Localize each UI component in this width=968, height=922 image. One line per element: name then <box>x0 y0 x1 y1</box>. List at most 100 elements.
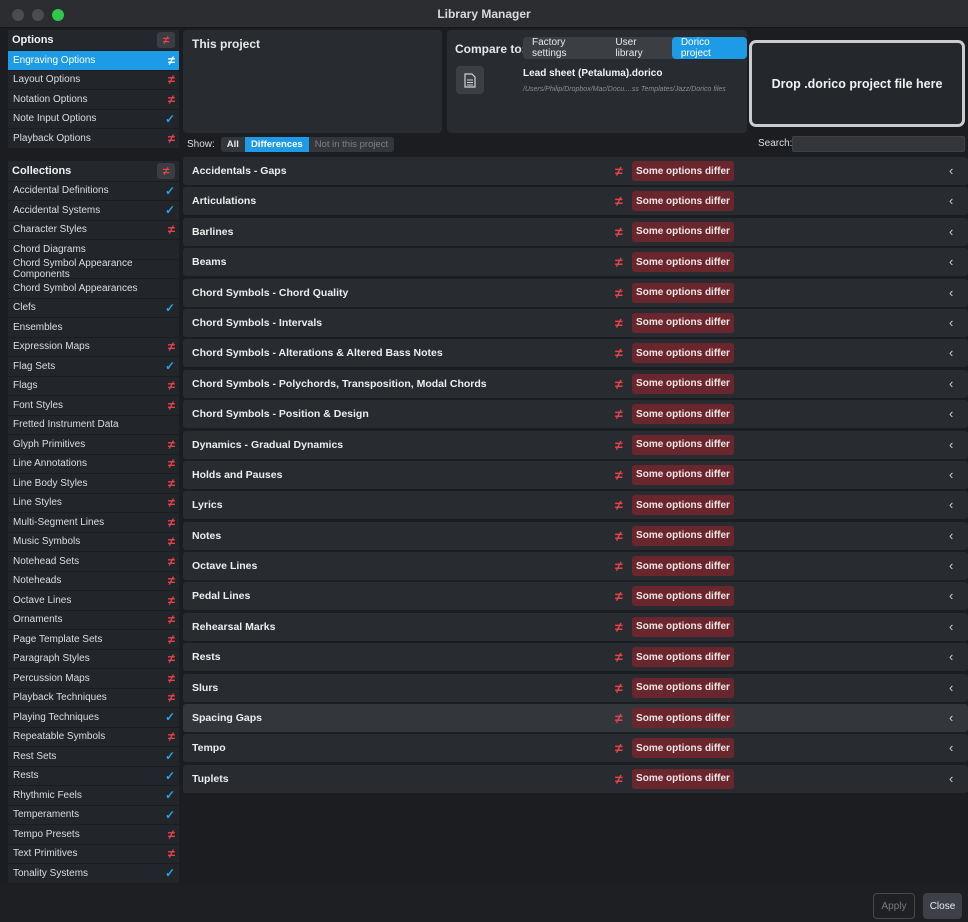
category-row[interactable]: Beams ≠ Some options differ ‹ <box>183 248 968 277</box>
category-row[interactable]: Tempo ≠ Some options differ ‹ <box>183 734 968 763</box>
category-row[interactable]: Slurs ≠ Some options differ ‹ <box>183 673 968 702</box>
minimize-window-button[interactable] <box>32 9 44 21</box>
category-row[interactable]: Chord Symbols - Alterations & Altered Ba… <box>183 339 968 368</box>
chevron-left-icon[interactable]: ‹ <box>949 193 953 208</box>
chevron-left-icon[interactable]: ‹ <box>949 710 953 725</box>
collection-item[interactable]: Rest Sets ✓ <box>8 747 179 767</box>
chevron-left-icon[interactable]: ‹ <box>949 497 953 512</box>
collection-item[interactable]: Paragraph Styles ≠ <box>8 649 179 669</box>
chevron-left-icon[interactable]: ‹ <box>949 406 953 421</box>
differs-badge: Some options differ <box>632 312 734 333</box>
chevron-left-icon[interactable]: ‹ <box>949 588 953 603</box>
collection-item[interactable]: Chord Diagrams <box>8 240 179 260</box>
collection-item[interactable]: Chord Symbol Appearances <box>8 279 179 299</box>
collection-item[interactable]: Page Template Sets ≠ <box>8 630 179 650</box>
options-item[interactable]: Note Input Options ✓ <box>8 109 179 129</box>
not-equal-filter-icon[interactable]: ≠ <box>157 162 175 179</box>
show-filter-tab[interactable]: Not in this project <box>309 137 394 152</box>
compare-tab[interactable]: User library <box>606 37 671 59</box>
chevron-left-icon[interactable]: ‹ <box>949 619 953 634</box>
category-row[interactable]: Tuplets ≠ Some options differ ‹ <box>183 764 968 793</box>
collection-item-label: Rest Sets <box>13 750 57 762</box>
category-row[interactable]: Accidentals - Gaps ≠ Some options differ ‹ <box>183 157 968 185</box>
collection-item[interactable]: Tonality Systems ✓ <box>8 864 179 884</box>
chevron-left-icon[interactable]: ‹ <box>949 467 953 482</box>
collection-item[interactable]: Line Annotations ≠ <box>8 454 179 474</box>
options-item[interactable]: Notation Options ≠ <box>8 90 179 110</box>
category-row[interactable]: Pedal Lines ≠ Some options differ ‹ <box>183 582 968 611</box>
chevron-left-icon[interactable]: ‹ <box>949 680 953 695</box>
category-row[interactable]: Chord Symbols - Position & Design ≠ Some o… <box>183 400 968 429</box>
close-window-button[interactable] <box>12 9 24 21</box>
chevron-left-icon[interactable]: ‹ <box>949 224 953 239</box>
collection-item[interactable]: Percussion Maps ≠ <box>8 669 179 689</box>
category-row[interactable]: Rehearsal Marks ≠ Some options differ ‹ <box>183 612 968 641</box>
apply-button[interactable]: Apply <box>873 893 915 919</box>
show-filter-tab[interactable]: All <box>221 137 245 152</box>
chevron-left-icon[interactable]: ‹ <box>949 254 953 269</box>
collection-item[interactable]: Playing Techniques ✓ <box>8 708 179 728</box>
collection-item[interactable]: Multi-Segment Lines ≠ <box>8 513 179 533</box>
collection-item[interactable]: Clefs ✓ <box>8 298 179 318</box>
category-row[interactable]: Dynamics - Gradual Dynamics ≠ Some options… <box>183 430 968 459</box>
chevron-left-icon[interactable]: ‹ <box>949 285 953 300</box>
collection-item[interactable]: Font Styles ≠ <box>8 396 179 416</box>
collection-item[interactable]: Expression Maps ≠ <box>8 337 179 357</box>
category-row[interactable]: Rests ≠ Some options differ ‹ <box>183 643 968 672</box>
category-row[interactable]: Notes ≠ Some options differ ‹ <box>183 521 968 550</box>
collection-item[interactable]: Chord Symbol Appearance Components <box>8 258 179 280</box>
chevron-left-icon[interactable]: ‹ <box>949 558 953 573</box>
chevron-left-icon[interactable]: ‹ <box>949 376 953 391</box>
collection-item[interactable]: Repeatable Symbols ≠ <box>8 727 179 747</box>
collection-item[interactable]: Line Body Styles ≠ <box>8 474 179 494</box>
options-item[interactable]: Engraving Options ≠ <box>8 51 179 71</box>
collection-item[interactable]: Octave Lines ≠ <box>8 591 179 611</box>
collection-item[interactable]: Tempo Presets ≠ <box>8 825 179 845</box>
options-item[interactable]: Layout Options ≠ <box>8 70 179 90</box>
collection-item[interactable]: Accidental Systems ✓ <box>8 201 179 221</box>
compare-tab[interactable]: Factory settings <box>523 37 606 59</box>
chevron-left-icon[interactable]: ‹ <box>949 740 953 755</box>
collection-item[interactable]: Text Primitives ≠ <box>8 844 179 864</box>
category-row[interactable]: Chord Symbols - Chord Quality ≠ Some optio… <box>183 278 968 307</box>
category-row[interactable]: Lyrics ≠ Some options differ ‹ <box>183 491 968 520</box>
category-row[interactable]: Spacing Gaps ≠ Some options differ ‹ <box>183 704 968 733</box>
collection-item[interactable]: Music Symbols ≠ <box>8 532 179 552</box>
compare-tab[interactable]: Dorico project <box>671 37 747 59</box>
collection-item[interactable]: Flag Sets ✓ <box>8 357 179 377</box>
category-row[interactable]: Chord Symbols - Intervals ≠ Some options d… <box>183 308 968 337</box>
collection-item[interactable]: Rhythmic Feels ✓ <box>8 786 179 806</box>
category-row[interactable]: Barlines ≠ Some options differ ‹ <box>183 217 968 246</box>
chevron-left-icon[interactable]: ‹ <box>949 771 953 786</box>
search-input[interactable] <box>792 136 965 152</box>
collection-item[interactable]: Notehead Sets ≠ <box>8 552 179 572</box>
category-row[interactable]: Chord Symbols - Polychords, Transpositio… <box>183 369 968 398</box>
show-filter-tab[interactable]: Differences <box>244 137 309 152</box>
not-equal-filter-icon[interactable]: ≠ <box>157 32 175 48</box>
chevron-left-icon[interactable]: ‹ <box>949 163 953 178</box>
collection-item[interactable]: Rests ✓ <box>8 766 179 786</box>
chevron-left-icon[interactable]: ‹ <box>949 528 953 543</box>
category-row[interactable]: Holds and Pauses ≠ Some options differ ‹ <box>183 460 968 489</box>
collection-item[interactable]: Line Styles ≠ <box>8 493 179 513</box>
chevron-left-icon[interactable]: ‹ <box>949 649 953 664</box>
close-button[interactable]: Close <box>923 893 962 919</box>
collection-item[interactable]: Ornaments ≠ <box>8 610 179 630</box>
collection-item[interactable]: Fretted Instrument Data <box>8 415 179 435</box>
collection-item[interactable]: Accidental Definitions ✓ <box>8 181 179 201</box>
collection-item[interactable]: Noteheads ≠ <box>8 571 179 591</box>
zoom-window-button[interactable] <box>52 9 64 21</box>
drop-zone[interactable]: Drop .dorico project file here <box>749 40 965 127</box>
chevron-left-icon[interactable]: ‹ <box>949 315 953 330</box>
collection-item[interactable]: Temperaments ✓ <box>8 805 179 825</box>
collection-item[interactable]: Flags ≠ <box>8 376 179 396</box>
options-item[interactable]: Playback Options ≠ <box>8 129 179 149</box>
chevron-left-icon[interactable]: ‹ <box>949 437 953 452</box>
category-row[interactable]: Articulations ≠ Some options differ ‹ <box>183 187 968 216</box>
collection-item[interactable]: Ensembles <box>8 318 179 338</box>
category-row[interactable]: Octave Lines ≠ Some options differ ‹ <box>183 552 968 581</box>
collection-item[interactable]: Character Styles ≠ <box>8 220 179 240</box>
chevron-left-icon[interactable]: ‹ <box>949 345 953 360</box>
collection-item[interactable]: Playback Techniques ≠ <box>8 688 179 708</box>
collection-item[interactable]: Glyph Primitives ≠ <box>8 435 179 455</box>
